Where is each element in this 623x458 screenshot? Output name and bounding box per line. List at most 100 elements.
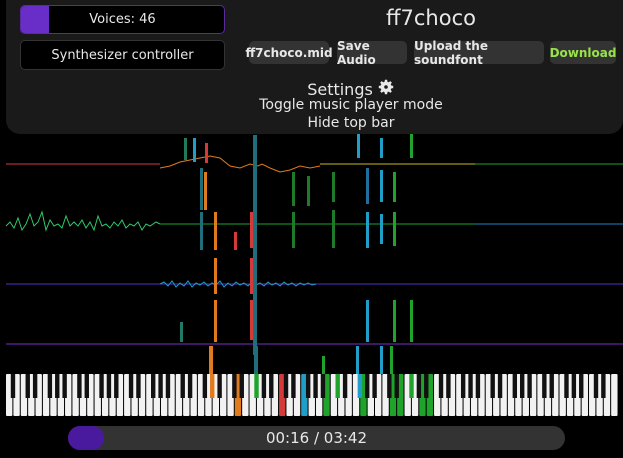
piano-black-key[interactable] xyxy=(187,374,193,398)
piano-black-key[interactable] xyxy=(579,374,584,398)
save-audio-button[interactable]: Save Audio xyxy=(337,39,407,67)
falling-note xyxy=(380,214,383,244)
piano-black-key[interactable] xyxy=(475,374,481,398)
piano-black-key[interactable] xyxy=(305,374,311,398)
piano-black-key[interactable] xyxy=(542,374,547,398)
piano-black-key[interactable] xyxy=(55,374,60,398)
piano-black-key[interactable] xyxy=(32,374,38,398)
piano-black-key[interactable] xyxy=(180,374,185,398)
piano-black-key[interactable] xyxy=(128,374,134,398)
falling-note xyxy=(184,138,187,160)
piano-black-key[interactable] xyxy=(549,374,554,398)
falling-note xyxy=(380,346,383,374)
piano-black-key[interactable] xyxy=(372,374,377,398)
falling-note xyxy=(366,168,369,204)
piano-black-key[interactable] xyxy=(114,374,119,398)
piano-black-key[interactable] xyxy=(387,374,392,398)
piano-black-key[interactable] xyxy=(424,374,429,398)
piano-black-key[interactable] xyxy=(490,374,495,398)
piano-black-key[interactable] xyxy=(342,374,348,398)
piano-black-key[interactable] xyxy=(25,374,30,398)
piano-black-key[interactable] xyxy=(217,374,222,398)
upload-soundfont-button[interactable]: Upload the soundfont xyxy=(414,39,544,67)
piano-black-key[interactable] xyxy=(564,374,569,398)
falling-note xyxy=(380,138,383,158)
falling-note xyxy=(250,212,253,248)
piano-black-key[interactable] xyxy=(283,374,289,398)
piano-black-key[interactable] xyxy=(446,374,451,398)
falling-note xyxy=(292,212,295,248)
falling-note xyxy=(205,143,208,163)
piano-black-key[interactable] xyxy=(202,374,208,398)
piano-black-key[interactable] xyxy=(520,374,525,398)
piano-black-key[interactable] xyxy=(512,374,518,398)
falling-note xyxy=(390,346,393,374)
piano-black-key[interactable] xyxy=(601,374,606,398)
falling-notes xyxy=(180,134,413,374)
piano-black-key[interactable] xyxy=(254,374,259,398)
piano-black-key[interactable] xyxy=(239,374,244,398)
piano-black-key[interactable] xyxy=(497,374,503,398)
piano-black-key[interactable] xyxy=(416,374,422,398)
piano-black-key[interactable] xyxy=(313,374,318,398)
hide-top-bar-button[interactable]: Hide top bar xyxy=(206,115,496,131)
falling-note xyxy=(393,172,396,202)
piano-black-key[interactable] xyxy=(165,374,171,398)
playback-progress-bar[interactable]: 00:16 / 03:42 xyxy=(68,426,565,450)
voices-label: Voices: 46 xyxy=(89,12,156,27)
falling-note xyxy=(234,232,237,250)
piano-black-key[interactable] xyxy=(77,374,82,398)
settings-label: Settings xyxy=(307,79,373,99)
piano-black-key[interactable] xyxy=(365,374,370,398)
piano-black-key[interactable] xyxy=(232,374,237,398)
top-bar: Voices: 46 Synthesizer controller ff7cho… xyxy=(6,0,623,134)
falling-note xyxy=(253,135,257,355)
falling-note xyxy=(357,134,360,158)
piano-black-key[interactable] xyxy=(468,374,473,398)
piano-black-key[interactable] xyxy=(357,374,363,398)
download-button[interactable]: Download xyxy=(550,41,616,64)
piano-black-key[interactable] xyxy=(593,374,599,398)
piano-black-key[interactable] xyxy=(320,374,326,398)
falling-note xyxy=(204,172,207,210)
piano-black-key[interactable] xyxy=(84,374,89,398)
falling-note xyxy=(193,138,196,162)
piano-black-key[interactable] xyxy=(62,374,67,398)
piano-black-key[interactable] xyxy=(261,374,267,398)
falling-note xyxy=(393,212,396,246)
piano-black-key[interactable] xyxy=(158,374,163,398)
falling-note xyxy=(214,258,217,294)
toggle-player-mode-button[interactable]: Toggle music player mode xyxy=(206,97,496,113)
piano-black-key[interactable] xyxy=(460,374,466,398)
piano-black-key[interactable] xyxy=(438,374,444,398)
piano-keyboard[interactable] xyxy=(6,374,618,416)
falling-note xyxy=(380,170,383,202)
piano-black-key[interactable] xyxy=(10,374,16,398)
piano-black-key[interactable] xyxy=(571,374,577,398)
falling-note xyxy=(366,300,369,342)
piano-black-key[interactable] xyxy=(335,374,340,398)
piano-black-key[interactable] xyxy=(269,374,274,398)
falling-note xyxy=(332,172,335,202)
piano-white-key[interactable] xyxy=(611,374,618,416)
midi-file-button[interactable]: ff7choco.mid xyxy=(245,41,333,64)
falling-note xyxy=(209,346,213,374)
piano-black-key[interactable] xyxy=(527,374,532,398)
falling-note xyxy=(292,172,295,206)
piano-black-key[interactable] xyxy=(136,374,141,398)
piano-black-key[interactable] xyxy=(409,374,414,398)
synthesizer-controller-button[interactable]: Synthesizer controller xyxy=(20,40,225,70)
piano-black-key[interactable] xyxy=(394,374,399,398)
falling-note xyxy=(332,210,335,248)
piano-black-key[interactable] xyxy=(99,374,104,398)
piano-black-key[interactable] xyxy=(106,374,112,398)
piano-black-key[interactable] xyxy=(210,374,215,398)
falling-note xyxy=(254,346,258,374)
piano-black-key[interactable] xyxy=(291,374,296,398)
song-title: ff7choco xyxy=(386,6,476,30)
falling-note xyxy=(356,346,359,374)
falling-note xyxy=(250,300,253,340)
piano-black-key[interactable] xyxy=(47,374,53,398)
piano-black-key[interactable] xyxy=(151,374,156,398)
falling-note xyxy=(410,134,413,158)
